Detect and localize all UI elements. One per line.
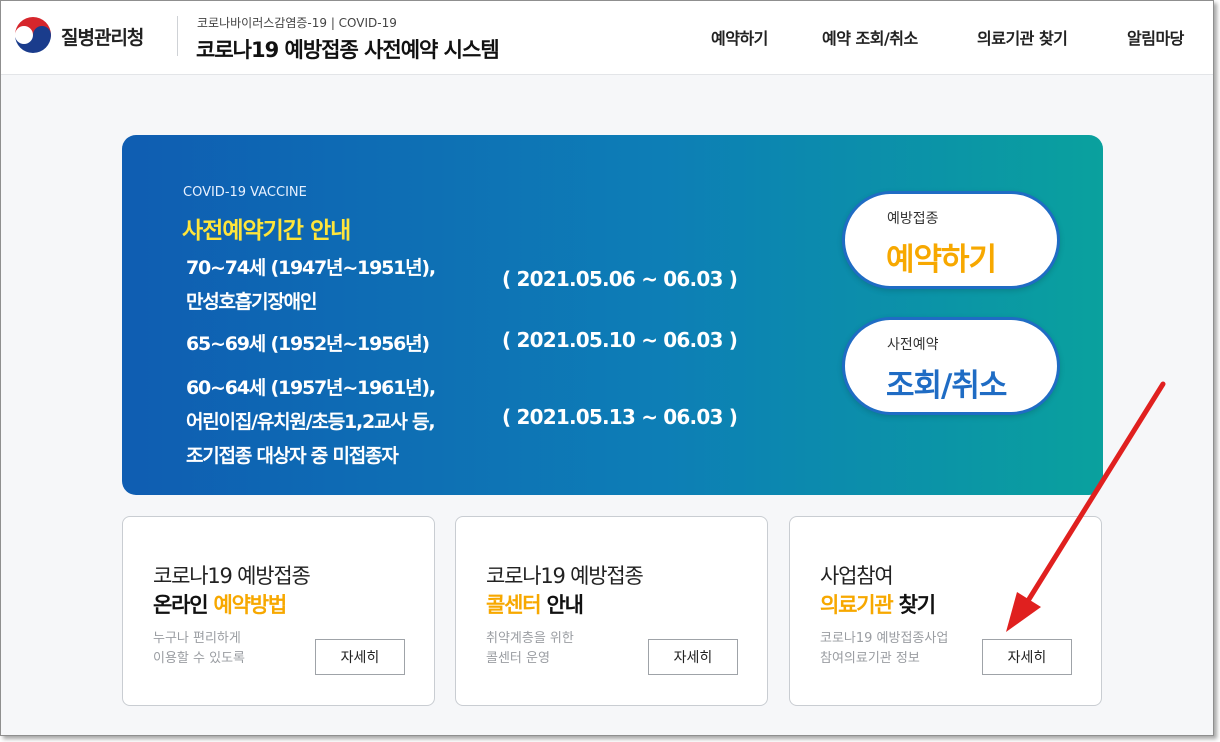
nav-find-clinic[interactable]: 의료기관 찾기 [977,25,1068,49]
card-desc-line: 코로나19 예방접종사업 [820,631,949,646]
group1-line2: 만성호흡기장애인 [186,291,317,313]
group3-line3: 조기접종 대상자 중 미접종자 [186,445,399,467]
card-call-center: 코로나19 예방접종 콜센터 안내 취약계층을 위한 콜센터 운영 자세히 [455,516,768,706]
card-title-line1: 사업참여 [820,564,894,588]
card-desc-line: 참여의료기관 정보 [820,651,920,666]
kdca-logo-icon[interactable] [13,15,53,55]
group2-line1: 65~69세 (1952년~1956년) [186,333,430,355]
card-desc-line: 콜센터 운영 [486,651,550,666]
group3-period: ( 2021.05.13 ~ 06.03 ) [502,405,738,429]
banner-eyebrow: COVID-19 VACCINE [183,185,307,200]
group2-period: ( 2021.05.10 ~ 06.03 ) [502,328,738,352]
group1-period: ( 2021.05.06 ~ 06.03 ) [502,267,738,291]
header-divider [177,16,178,56]
card-online-method: 코로나19 예방접종 온라인 예약방법 누구나 편리하게 이용할 수 있도록 자… [122,516,435,706]
card-description: 취약계층을 위한 콜센터 운영 [486,629,574,669]
nav-reserve[interactable]: 예약하기 [711,25,768,49]
card-title-highlight: 의료기관 [820,593,894,617]
card-title-dark: 온라인 [153,593,214,617]
agency-name[interactable]: 질병관리청 [61,23,144,50]
group3-line1: 60~64세 (1957년~1961년), [186,377,436,399]
browser-frame: 질병관리청 코로나바이러스감염증-19 | COVID-19 코로나19 예방접… [0,0,1214,736]
details-button[interactable]: 자세히 [982,639,1072,675]
site-subtitle: 코로나바이러스감염증-19 | COVID-19 [197,16,397,30]
group3-line2: 어린이집/유치원/초등1,2교사 등, [186,411,436,433]
card-desc-line: 취약계층을 위한 [486,631,574,646]
banner-heading: 사전예약기간 안내 [182,218,351,244]
card-title-highlight: 콜센터 [486,593,542,617]
lookup-button-label: 조회/취소 [886,368,1007,404]
card-title-line2: 의료기관 찾기 [820,589,936,619]
card-title-line2: 온라인 예약방법 [153,589,287,619]
nav-lookup-cancel[interactable]: 예약 조회/취소 [822,25,918,49]
card-find-clinic: 사업참여 의료기관 찾기 코로나19 예방접종사업 참여의료기관 정보 자세히 [789,516,1102,706]
card-title-line2: 콜센터 안내 [486,589,584,619]
site-title[interactable]: 코로나19 예방접종 사전예약 시스템 [196,34,500,64]
lookup-button-small: 사전예약 [887,337,939,353]
details-button[interactable]: 자세히 [315,639,405,675]
card-title-highlight: 예약방법 [213,593,287,617]
details-button[interactable]: 자세히 [648,639,738,675]
card-title-line1: 코로나19 예방접종 [153,564,311,588]
reserve-button-small: 예방접종 [887,211,939,227]
card-description: 누구나 편리하게 이용할 수 있도록 [153,629,245,669]
card-title-dark: 안내 [540,593,583,617]
lookup-cancel-button[interactable]: 사전예약 조회/취소 [842,317,1060,415]
reservation-banner: COVID-19 VACCINE 사전예약기간 안내 70~74세 (1947년… [122,135,1103,495]
card-description: 코로나19 예방접종사업 참여의료기관 정보 [820,629,948,669]
site-header: 질병관리청 코로나바이러스감염증-19 | COVID-19 코로나19 예방접… [1,1,1213,75]
nav-notice[interactable]: 알림마당 [1127,25,1184,49]
card-desc-line: 누구나 편리하게 [153,631,241,646]
card-title-dark: 찾기 [892,593,936,617]
group1-line1: 70~74세 (1947년~1951년), [186,257,436,279]
reserve-button[interactable]: 예방접종 예약하기 [842,191,1060,289]
card-title-line1: 코로나19 예방접종 [486,564,644,588]
card-desc-line: 이용할 수 있도록 [153,651,245,666]
reserve-button-label: 예약하기 [886,242,997,278]
